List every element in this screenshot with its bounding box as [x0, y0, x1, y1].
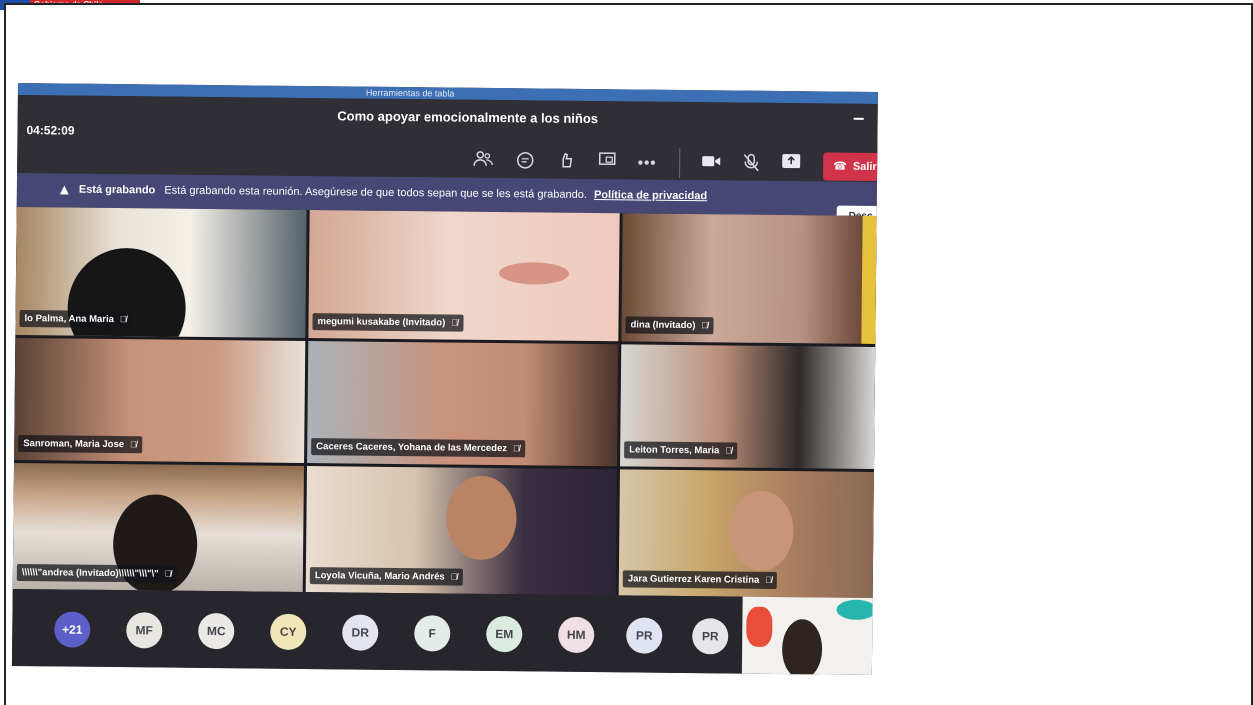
video-tile[interactable]: \\\\\\"andrea (Invitado)\\\\\\"\\\"\" 🎙̸	[12, 462, 305, 593]
video-tile[interactable]: Caceres Caceres, Yohana de las Mercedez 🎙…	[307, 341, 619, 467]
chat-icon[interactable]	[513, 150, 537, 174]
participants-icon[interactable]	[471, 150, 495, 174]
participant-video	[781, 619, 823, 675]
mic-muted-icon: 🎙̸	[451, 317, 459, 328]
participant-video	[861, 215, 877, 344]
video-tile[interactable]: Jara Gutierrez Karen Cristina 🎙̸	[618, 469, 874, 598]
privacy-policy-link[interactable]: Política de privacidad	[594, 189, 707, 202]
participant-name-label: lo Palma, Ana Maria 🎙̸	[19, 310, 132, 329]
participant-name-label: Sanroman, Maria Jose 🎙̸	[18, 435, 142, 454]
video-grid: lo Palma, Ana Maria 🎙̸ megumi kusakabe (I…	[12, 206, 877, 598]
avatar[interactable]: DR	[342, 614, 379, 651]
leave-button[interactable]: ☎ Salir	[823, 152, 878, 182]
decor-shape	[836, 599, 873, 621]
video-tile[interactable]: Sanroman, Maria Jose 🎙̸	[14, 337, 306, 464]
mic-muted-icon: 🎙̸	[701, 320, 709, 331]
participant-name-label: Caceres Caceres, Yohana de las Mercedez 🎙…	[311, 438, 525, 458]
participant-video	[498, 262, 570, 285]
video-tile[interactable]: Leiton Torres, Maria 🎙̸	[620, 344, 876, 469]
avatar[interactable]: F	[414, 615, 451, 652]
participant-video	[728, 490, 794, 572]
avatar[interactable]: HM	[558, 616, 595, 654]
mic-muted-icon: 🎙̸	[725, 445, 733, 456]
mic-muted-icon: 🎙̸	[130, 439, 137, 450]
meeting-timer: 04:52:09	[26, 123, 75, 138]
share-screen-icon[interactable]	[595, 151, 619, 175]
share-tray-icon[interactable]	[779, 153, 803, 177]
recording-text: Está grabando esta reunión. Asegúrese de…	[164, 184, 587, 201]
avatar[interactable]: MF	[126, 612, 163, 649]
more-participants-button[interactable]: +21	[54, 611, 91, 648]
avatar[interactable]: PR	[692, 618, 729, 655]
decor-shape	[746, 606, 773, 647]
ribbon-label: Herramientas de tabla	[365, 87, 455, 99]
participant-video	[446, 475, 517, 561]
mic-muted-icon[interactable]	[739, 153, 763, 177]
phone-hangup-icon: ☎	[833, 160, 847, 173]
recording-message: Está grabando Está grabando esta reunión…	[79, 184, 707, 203]
participant-name-label: Jara Gutierrez Karen Cristina 🎙̸	[622, 570, 778, 589]
participant-name-label: Leiton Torres, Maria 🎙̸	[624, 441, 738, 460]
minimize-icon[interactable]	[853, 117, 864, 120]
camera-icon[interactable]	[699, 152, 723, 176]
reactions-icon[interactable]	[555, 151, 579, 175]
mic-muted-icon: 🎙̸	[119, 314, 127, 325]
self-view[interactable]	[741, 596, 873, 675]
video-tile[interactable]: megumi kusakabe (Invitado) 🎙̸	[308, 210, 620, 342]
video-tile[interactable]: Loyola Vicuña, Mario Andrés 🎙̸	[305, 466, 617, 596]
avatar[interactable]: CY	[270, 613, 307, 651]
participant-name-label: Loyola Vicuña, Mario Andrés 🎙̸	[309, 567, 463, 586]
mic-muted-icon: 🎙̸	[512, 443, 520, 454]
mic-muted-icon: 🎙̸	[450, 571, 458, 582]
video-tile[interactable]: lo Palma, Ana Maria 🎙̸	[15, 206, 307, 339]
warning-icon: ▲	[56, 181, 72, 199]
toolbar-divider	[679, 147, 681, 178]
avatar[interactable]: EM	[486, 615, 523, 653]
participant-roster: +21 MF MC CY DR F EM HM PR PR	[11, 588, 743, 674]
meeting-screen-photo: Herramientas de tabla Como apoyar emocio…	[11, 83, 878, 675]
participant-name-label: dina (Invitado) 🎙̸	[625, 316, 714, 335]
participant-name-label: \\\\\\"andrea (Invitado)\\\\\\"\\\"\" 🎙̸	[16, 564, 177, 583]
participant-name-label: megumi kusakabe (Invitado) 🎙̸	[312, 313, 464, 332]
mic-muted-icon: 🎙̸	[164, 568, 172, 579]
avatar[interactable]: PR	[626, 617, 663, 654]
video-tile[interactable]: dina (Invitado) 🎙̸	[621, 213, 877, 344]
mic-muted-icon: 🎙̸	[765, 574, 773, 585]
meeting-title: Como apoyar emocionalmente a los niños	[337, 108, 599, 127]
avatar[interactable]: MC	[198, 612, 235, 650]
recording-heading: Está grabando	[78, 183, 156, 197]
more-options-icon[interactable]: •••	[635, 151, 659, 175]
